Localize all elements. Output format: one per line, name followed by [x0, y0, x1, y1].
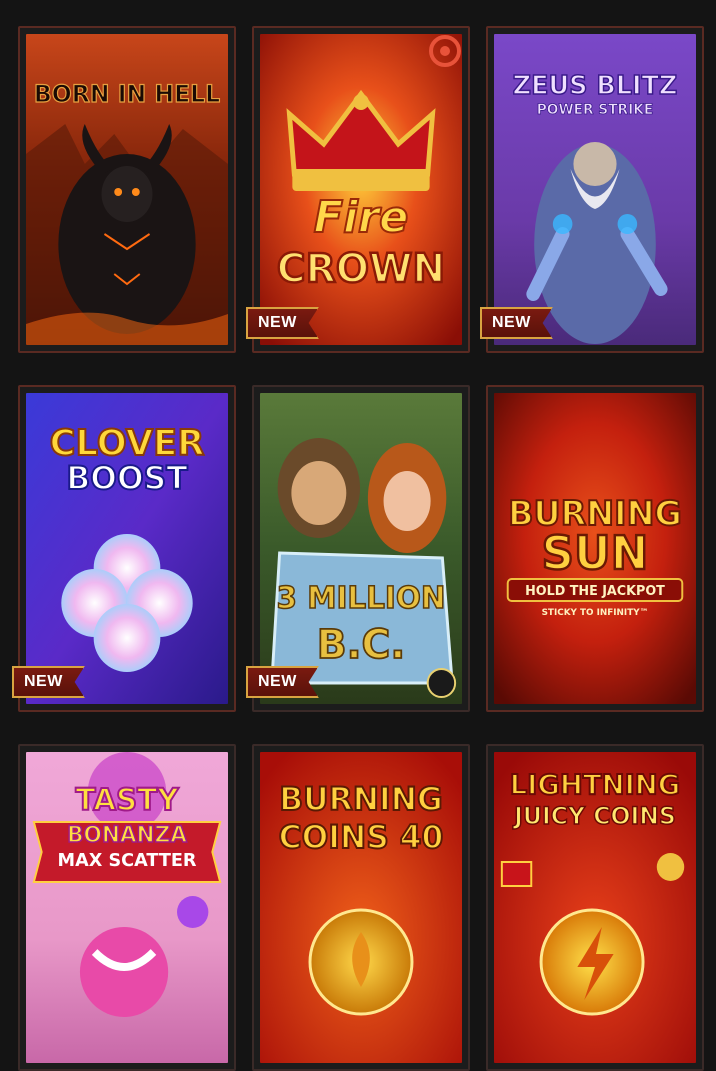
game-tagline-2: STICKY TO INFINITY™: [542, 608, 649, 618]
game-thumbnail: LIGHTNING JUICY COINS: [494, 752, 696, 1063]
game-title: LIGHTNING: [510, 768, 681, 801]
game-thumbnail: TASTY BONANZA MAX SCATTER: [26, 752, 228, 1063]
game-tile-fire-crown[interactable]: Fire CROWN NEW: [246, 26, 470, 353]
game-subtitle: CROWN: [277, 246, 445, 292]
game-title: BURNING: [279, 782, 442, 818]
new-badge: NEW: [246, 307, 319, 339]
game-subtitle: JUICY COINS: [512, 802, 676, 830]
game-subtitle: BOOST: [66, 461, 188, 497]
game-thumbnail: Fire CROWN: [260, 34, 462, 345]
game-grid: BORN IN HELL Fire CROWN NEW ZEUS BLITZ P…: [0, 0, 716, 1071]
game-tagline: MAX SCATTER: [58, 850, 197, 871]
game-title: ZEUS BLITZ: [513, 71, 678, 101]
game-title: 3 MILLION: [277, 581, 446, 616]
game-tile-3-million-bc[interactable]: 3 MILLION B.C. NEW: [246, 385, 470, 712]
game-title: Fire: [314, 193, 409, 243]
game-title: CLOVER: [50, 423, 205, 464]
game-subtitle: SUN: [542, 527, 649, 581]
game-thumbnail: BURNING COINS 40: [260, 752, 462, 1063]
game-title: BORN IN HELL: [34, 80, 220, 108]
game-subtitle: COINS 40: [279, 820, 444, 856]
game-thumbnail: BORN IN HELL: [26, 34, 228, 345]
game-thumbnail: BURNING SUN HOLD THE JACKPOT STICKY TO I…: [494, 393, 696, 704]
favorite-target-icon[interactable]: [428, 34, 462, 68]
game-tile-burning-coins-40[interactable]: BURNING COINS 40: [252, 744, 470, 1071]
game-thumbnail: 3 MILLION B.C.: [260, 393, 462, 704]
new-badge: NEW: [12, 666, 85, 698]
game-subtitle: B.C.: [317, 622, 405, 668]
game-tile-zeus-blitz[interactable]: ZEUS BLITZ POWER STRIKE NEW: [480, 26, 704, 353]
game-title: TASTY: [75, 783, 179, 818]
game-tile-clover-boost[interactable]: CLOVER BOOST NEW: [12, 385, 236, 712]
game-tile-lightning-juicy-coins[interactable]: LIGHTNING JUICY COINS: [486, 744, 704, 1071]
game-subtitle: POWER STRIKE: [537, 102, 654, 118]
game-tagline: HOLD THE JACKPOT: [525, 584, 665, 599]
game-thumbnail: CLOVER BOOST: [26, 393, 228, 704]
new-badge: NEW: [480, 307, 553, 339]
new-badge: NEW: [246, 666, 319, 698]
game-thumbnail: ZEUS BLITZ POWER STRIKE: [494, 34, 696, 345]
game-tile-born-in-hell[interactable]: BORN IN HELL: [18, 26, 236, 353]
game-tile-tasty-bonanza[interactable]: TASTY BONANZA MAX SCATTER: [18, 744, 236, 1071]
game-subtitle: BONANZA: [67, 823, 187, 848]
game-tile-burning-sun[interactable]: BURNING SUN HOLD THE JACKPOT STICKY TO I…: [486, 385, 704, 712]
